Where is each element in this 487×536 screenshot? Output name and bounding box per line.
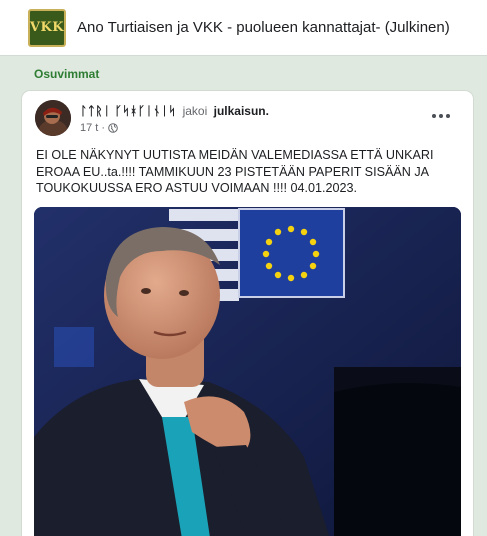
shared-post-link[interactable]: julkaisun. <box>214 104 269 118</box>
group-title[interactable]: Ano Turtiaisen ja VKK - puolueen kannatt… <box>77 19 450 36</box>
more-icon <box>439 114 443 118</box>
post-card: ᛚᛏᚱᛁ ᚴᛋᚼᚴᛁᚾᛁᛋ jakoi julkaisun. 17 t · EI… <box>22 91 473 536</box>
share-verb: jakoi <box>182 104 208 118</box>
post-text: EI OLE NÄKYNYT UUTISTA MEIDÄN VALEMEDIAS… <box>36 148 434 195</box>
group-logo-text: VKK <box>29 20 65 35</box>
post-time[interactable]: 17 t <box>80 122 98 134</box>
author-avatar[interactable] <box>35 100 71 136</box>
section-bar: Osuvimmat <box>0 57 487 91</box>
section-label[interactable]: Osuvimmat <box>34 67 99 81</box>
globe-icon <box>108 123 118 133</box>
author-name[interactable]: ᛚᛏᚱᛁ ᚴᛋᚼᚴᛁᚾᛁᛋ <box>80 104 176 118</box>
more-icon <box>432 114 436 118</box>
post-meta: 17 t · <box>80 122 118 134</box>
author-line: ᛚᛏᚱᛁ ᚴᛋᚼᚴᛁᚾᛁᛋ jakoi julkaisun. <box>80 104 269 118</box>
more-icon <box>446 114 450 118</box>
more-options-button[interactable] <box>427 107 455 125</box>
group-header: VKK Ano Turtiaisen ja VKK - puolueen kan… <box>0 0 487 56</box>
post-image[interactable] <box>34 207 461 536</box>
meta-separator: · <box>101 122 106 134</box>
group-logo[interactable]: VKK <box>28 8 66 47</box>
